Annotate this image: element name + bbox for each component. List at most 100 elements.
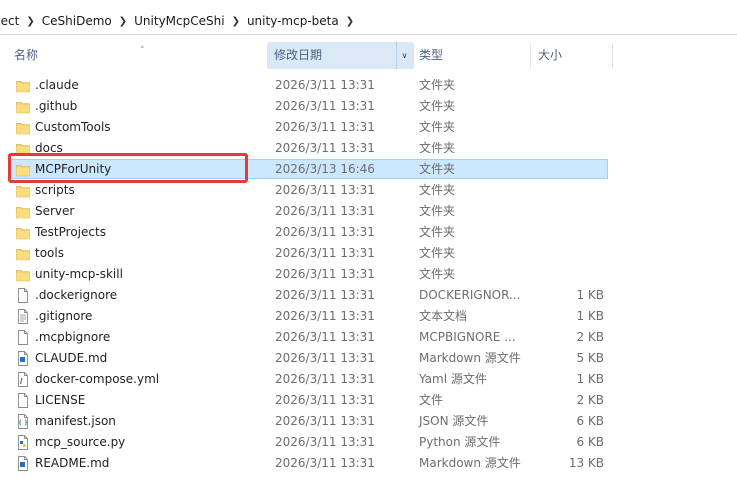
file-row[interactable]: Server 2026/3/11 13:31 文件夹 <box>0 201 737 222</box>
file-row[interactable]: tools 2026/3/11 13:31 文件夹 <box>0 243 737 264</box>
file-row[interactable]: docker-compose.yml 2026/3/11 13:31 Yaml 源文… <box>0 369 737 390</box>
chevron-right-icon[interactable]: ❯ <box>229 16 243 27</box>
file-size: 6 KB <box>576 435 604 449</box>
folder-icon <box>16 141 30 156</box>
file-name: docs <box>35 141 63 155</box>
file-size: 1 KB <box>576 372 604 386</box>
breadcrumb-item[interactable]: UnityMcpCeShi <box>130 14 228 28</box>
file-name: .claude <box>35 78 79 92</box>
file-type: 文件夹 <box>419 78 456 92</box>
file-row[interactable]: .gitignore 2026/3/11 13:31 文本文档 1 KB <box>0 306 737 327</box>
column-header-size[interactable]: 大小 <box>532 42 612 69</box>
yaml-file-icon <box>16 372 30 387</box>
file-date: 2026/3/13 16:46 <box>275 162 375 176</box>
file-icon <box>16 330 30 345</box>
file-row[interactable]: docs 2026/3/11 13:31 文件夹 <box>0 138 737 159</box>
file-name: .gitignore <box>35 309 93 323</box>
file-date: 2026/3/11 13:31 <box>275 309 375 323</box>
file-date: 2026/3/11 13:31 <box>275 246 375 260</box>
file-type: Markdown 源文件 <box>419 456 521 470</box>
file-size: 5 KB <box>576 351 604 365</box>
file-date: 2026/3/11 13:31 <box>275 141 375 155</box>
column-divider[interactable] <box>530 44 531 68</box>
column-header-date[interactable]: 修改日期 <box>268 42 413 69</box>
file-date: 2026/3/11 13:31 <box>275 330 375 344</box>
python-file-icon <box>16 435 30 450</box>
file-size: 1 KB <box>576 288 604 302</box>
folder-icon <box>16 78 30 93</box>
column-header-type[interactable]: 类型 <box>413 42 530 69</box>
file-icon <box>16 393 30 408</box>
file-list: .claude 2026/3/11 13:31 文件夹 .github 2026/3/1… <box>0 75 737 474</box>
file-row[interactable]: unity-mcp-skill 2026/3/11 13:31 文件夹 <box>0 264 737 285</box>
file-type: Python 源文件 <box>419 435 501 449</box>
column-name-label: 名称 <box>14 48 39 62</box>
column-size-label: 大小 <box>538 48 563 62</box>
file-name: tools <box>35 246 64 260</box>
file-type: 文件夹 <box>419 99 456 113</box>
markdown-file-icon <box>16 351 30 366</box>
file-row[interactable]: TestProjects 2026/3/11 13:31 文件夹 <box>0 222 737 243</box>
file-date: 2026/3/11 13:31 <box>275 351 375 365</box>
file-date: 2026/3/11 13:31 <box>275 267 375 281</box>
file-type: 文件夹 <box>419 267 456 281</box>
file-row[interactable]: MCPForUnity 2026/3/13 16:46 文件夹 <box>0 159 737 180</box>
column-filter-dropdown-icon[interactable]: ∨ <box>396 42 412 69</box>
file-name: .github <box>35 99 78 113</box>
column-divider[interactable] <box>612 44 613 68</box>
file-type: DOCKERIGNOR... <box>419 288 521 302</box>
markdown-file-icon <box>16 456 30 471</box>
file-name: docker-compose.yml <box>35 372 160 386</box>
file-date: 2026/3/11 13:31 <box>275 456 375 470</box>
file-row[interactable]: LICENSE 2026/3/11 13:31 文件 2 KB <box>0 390 737 411</box>
file-row[interactable]: scripts 2026/3/11 13:31 文件夹 <box>0 180 737 201</box>
file-name: MCPForUnity <box>35 162 112 176</box>
file-date: 2026/3/11 13:31 <box>275 78 375 92</box>
chevron-right-icon[interactable]: ❯ <box>23 16 37 27</box>
file-row[interactable]: .mcpbignore 2026/3/11 13:31 MCPBIGNORE ...… <box>0 327 737 348</box>
file-row[interactable]: manifest.json 2026/3/11 13:31 JSON 源文件 6 KB <box>0 411 737 432</box>
file-row[interactable]: .claude 2026/3/11 13:31 文件夹 <box>0 75 737 96</box>
file-type: 文件夹 <box>419 204 456 218</box>
file-row[interactable]: .dockerignore 2026/3/11 13:31 DOCKERIGNOR.… <box>0 285 737 306</box>
file-type: JSON 源文件 <box>419 414 489 428</box>
file-size: 1 KB <box>576 309 604 323</box>
column-header-row: 名称 ˄ 修改日期 ∨ 类型 大小 <box>0 42 737 69</box>
file-name: mcp_source.py <box>35 435 126 449</box>
column-type-label: 类型 <box>419 48 444 62</box>
file-date: 2026/3/11 13:31 <box>275 183 375 197</box>
file-name: .dockerignore <box>35 288 118 302</box>
json-file-icon <box>16 414 30 429</box>
file-date: 2026/3/11 13:31 <box>275 99 375 113</box>
file-date: 2026/3/11 13:31 <box>275 120 375 134</box>
folder-icon <box>16 246 30 261</box>
file-date: 2026/3/11 13:31 <box>275 435 375 449</box>
file-type: 文本文档 <box>419 309 468 323</box>
file-row[interactable]: CLAUDE.md 2026/3/11 13:31 Markdown 源文件 5 KB <box>0 348 737 369</box>
file-row[interactable]: CustomTools 2026/3/11 13:31 文件夹 <box>0 117 737 138</box>
column-header-name[interactable]: 名称 ˄ <box>8 42 266 69</box>
file-date: 2026/3/11 13:31 <box>275 204 375 218</box>
file-type: 文件夹 <box>419 141 456 155</box>
breadcrumb-item[interactable]: unity-mcp-beta <box>243 14 343 28</box>
breadcrumb-item[interactable]: CeShiDemo <box>38 14 116 28</box>
file-type: 文件夹 <box>419 225 456 239</box>
chevron-right-icon[interactable]: ❯ <box>116 16 130 27</box>
file-name: CustomTools <box>35 120 111 134</box>
file-row[interactable]: mcp_source.py 2026/3/11 13:31 Python 源文件 6 … <box>0 432 737 453</box>
folder-icon <box>16 267 30 282</box>
file-row[interactable]: .github 2026/3/11 13:31 文件夹 <box>0 96 737 117</box>
file-type: 文件夹 <box>419 120 456 134</box>
folder-icon <box>16 225 30 240</box>
folder-icon <box>16 120 30 135</box>
file-name: CLAUDE.md <box>35 351 108 365</box>
breadcrumb-item[interactable]: oject <box>0 14 23 28</box>
file-row[interactable]: README.md 2026/3/11 13:31 Markdown 源文件 13 K… <box>0 453 737 474</box>
breadcrumb: oject ❯ CeShiDemo ❯ UnityMcpCeShi ❯ unit… <box>0 8 737 35</box>
file-size: 6 KB <box>576 414 604 428</box>
file-size: 2 KB <box>576 330 604 344</box>
sort-ascending-icon: ˄ <box>140 46 145 56</box>
file-type: Yaml 源文件 <box>419 372 487 386</box>
folder-icon <box>16 99 30 114</box>
chevron-right-icon[interactable]: ❯ <box>343 16 357 27</box>
